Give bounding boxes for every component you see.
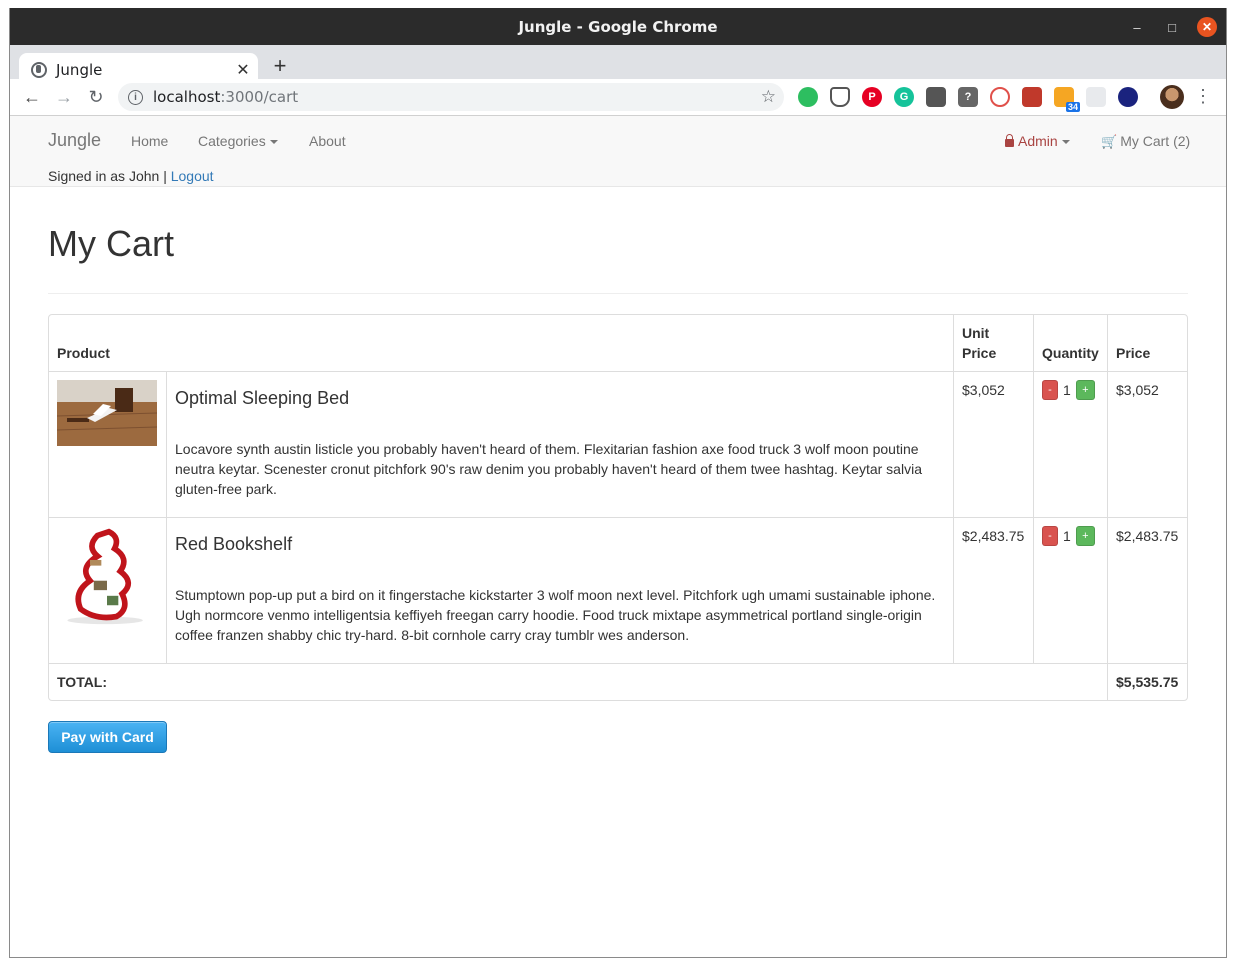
nav-cart-link[interactable]: 🛒 My Cart (2) [1101, 133, 1190, 150]
signed-in-text: Signed in as John | [48, 168, 171, 184]
extensions-row: P G ? 34 [798, 87, 1138, 112]
increase-quantity-button[interactable]: + [1075, 380, 1095, 400]
tab-title: Jungle [56, 61, 103, 79]
product-info-cell: Red Bookshelf Stumptown pop-up put a bir… [166, 517, 953, 663]
minimize-icon[interactable]: – [1127, 17, 1147, 37]
product-description: Locavore synth austin listicle you proba… [175, 441, 922, 497]
window-title: Jungle - Google Chrome [518, 17, 718, 36]
bed-image [57, 380, 157, 446]
nav-categories-dropdown[interactable]: Categories [198, 133, 278, 149]
cart-table: Product Unit Price Quantity Price Optima… [48, 314, 1188, 701]
quantity-stepper: - 1 + [1042, 526, 1099, 546]
total-value: $5,535.75 [1107, 663, 1187, 700]
price-cell: $2,483.75 [1107, 517, 1187, 663]
pinterest-icon[interactable]: P [862, 87, 882, 107]
product-name: Optimal Sleeping Bed [175, 388, 350, 408]
product-name: Red Bookshelf [175, 534, 293, 554]
more-menu-icon[interactable]: ⋮ [1194, 85, 1212, 107]
title-bar: Jungle - Google Chrome – □ ✕ [10, 8, 1226, 45]
unit-price-cell: $2,483.75 [953, 517, 1033, 663]
decrease-quantity-button[interactable]: - [1042, 526, 1058, 546]
quantity-cell: - 1 + [1033, 371, 1107, 517]
url-host: localhost [153, 88, 221, 106]
rss-icon[interactable]: 34 [1054, 87, 1080, 112]
logout-link[interactable]: Logout [171, 168, 214, 184]
brand-link[interactable]: Jungle [48, 130, 101, 151]
nav-home-link[interactable]: Home [131, 133, 168, 149]
url-path: :3000/cart [220, 88, 299, 106]
rss-badge: 34 [1065, 102, 1080, 112]
window-controls: – □ ✕ [1127, 17, 1217, 37]
tab-close-icon[interactable]: ✕ [228, 60, 258, 80]
product-image-cell [49, 371, 166, 517]
grid-icon[interactable] [1086, 87, 1106, 107]
caret-down-icon [1061, 140, 1070, 145]
back-icon[interactable]: ← [16, 87, 48, 108]
nav-categories-label: Categories [198, 133, 266, 149]
stop-icon[interactable] [1118, 87, 1138, 107]
total-row: TOTAL: $5,535.75 [49, 663, 1187, 700]
product-description: Stumptown pop-up put a bird on it finger… [175, 587, 936, 643]
header-price: Price [1107, 315, 1187, 371]
product-image-cell [49, 517, 166, 663]
unit-price-cell: $3,052 [953, 371, 1033, 517]
star-icon[interactable]: ☆ [761, 87, 776, 107]
timer-icon[interactable] [990, 87, 1010, 107]
product-info-cell: Optimal Sleeping Bed Locavore synth aust… [166, 371, 953, 517]
pay-with-card-button[interactable]: Pay with Card [48, 721, 167, 753]
decrease-quantity-button[interactable]: - [1042, 380, 1058, 400]
page-content: Jungle Home Categories About Admin 🛒 My C… [10, 116, 1226, 957]
signed-in-status: Signed in as John | Logout [48, 168, 214, 184]
table-header-row: Product Unit Price Quantity Price [49, 315, 1187, 371]
forward-icon[interactable]: → [48, 87, 80, 108]
site-navbar: Jungle Home Categories About Admin 🛒 My C… [10, 116, 1226, 187]
help-icon[interactable]: ? [958, 87, 978, 107]
new-tab-icon[interactable]: + [268, 55, 292, 77]
nav-about-link[interactable]: About [309, 133, 346, 149]
header-quantity: Quantity [1033, 315, 1107, 371]
pocket-icon[interactable] [830, 87, 850, 107]
reload-icon[interactable]: ↻ [80, 87, 112, 108]
info-icon[interactable]: i [128, 89, 143, 105]
lastpass-icon[interactable] [926, 87, 946, 107]
total-label: TOTAL: [49, 663, 1107, 700]
maximize-icon[interactable]: □ [1162, 17, 1182, 37]
header-unit-price: Unit Price [953, 315, 1033, 371]
nav-admin-dropdown[interactable]: Admin [1005, 133, 1070, 149]
browser-toolbar: ← → ↻ i localhost:3000/cart ☆ P G ? 34 ⋮ [10, 79, 1226, 116]
avatar[interactable] [1160, 85, 1184, 109]
bookmark-icon[interactable] [1022, 87, 1042, 107]
price-cell: $3,052 [1107, 371, 1187, 517]
quantity-cell: - 1 + [1033, 517, 1107, 663]
quantity-stepper: - 1 + [1042, 380, 1099, 400]
page-title: My Cart [48, 223, 174, 264]
grammarly-icon[interactable]: G [894, 87, 914, 107]
table-row: Red Bookshelf Stumptown pop-up put a bir… [49, 517, 1187, 663]
quantity-value: 1 [1063, 382, 1071, 398]
quantity-value: 1 [1063, 528, 1071, 544]
shopping-cart-icon: 🛒 [1101, 134, 1118, 149]
increase-quantity-button[interactable]: + [1075, 526, 1095, 546]
evernote-icon[interactable] [798, 87, 818, 107]
table-row: Optimal Sleeping Bed Locavore synth aust… [49, 371, 1187, 517]
caret-down-icon [269, 140, 278, 145]
bookshelf-image [67, 528, 143, 625]
address-bar[interactable]: i localhost:3000/cart ☆ [118, 83, 784, 111]
tab-strip: Jungle ✕ + [10, 45, 1226, 87]
browser-window: Jungle - Google Chrome – □ ✕ Jungle ✕ + … [9, 8, 1227, 958]
close-icon[interactable]: ✕ [1197, 17, 1217, 37]
nav-admin-label: Admin [1018, 133, 1058, 149]
lock-icon [1005, 134, 1014, 147]
page-header: My Cart [48, 224, 1188, 294]
header-product: Product [57, 345, 110, 361]
nav-cart-label: My Cart (2) [1120, 133, 1191, 149]
globe-icon [31, 62, 47, 78]
